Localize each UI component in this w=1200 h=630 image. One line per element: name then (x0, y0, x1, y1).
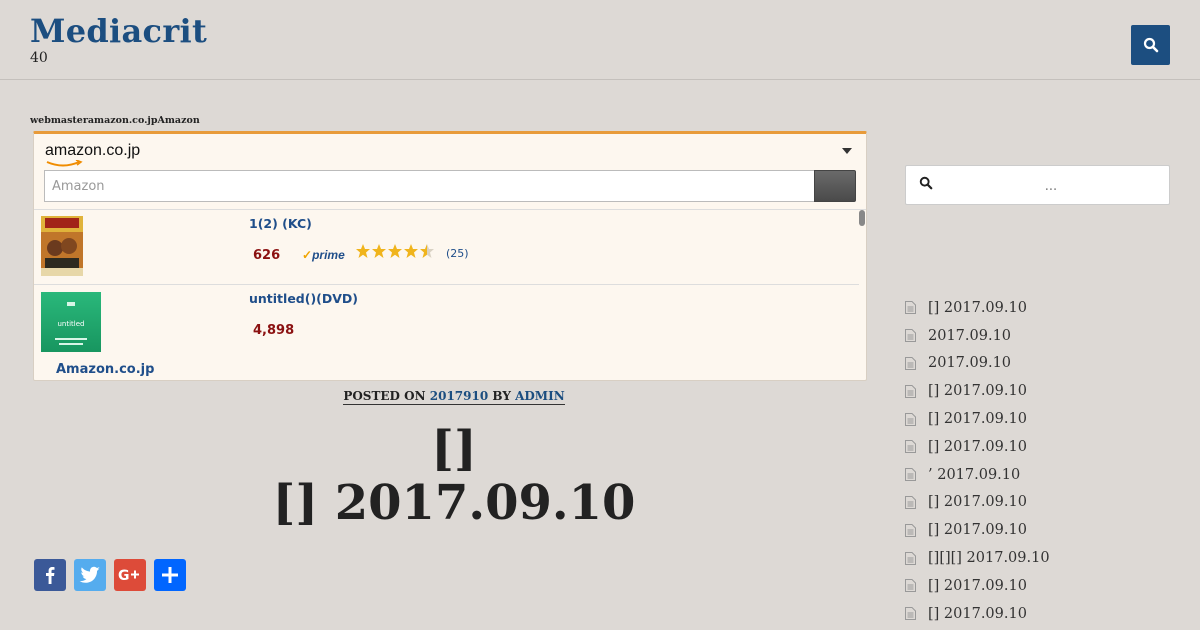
author-link[interactable]: ADMIN (515, 389, 565, 403)
document-icon (905, 607, 916, 621)
sidebar-search-input[interactable] (946, 172, 1156, 200)
recent-post-item[interactable]: [][][] 2017.09.10 (905, 544, 1185, 572)
recent-post-item[interactable]: 2017.09.10 (905, 350, 1185, 378)
item-title[interactable]: untitled()(DVD) (249, 291, 358, 306)
site-description: 40 (30, 50, 48, 66)
star-icon (404, 244, 418, 258)
document-icon (905, 495, 916, 509)
recent-post-item[interactable]: [] 2017.09.10 (905, 405, 1185, 433)
recent-post-link[interactable]: [] 2017.09.10 (928, 300, 1027, 316)
site-title[interactable]: Mediacrit (30, 12, 207, 50)
document-icon (905, 551, 916, 565)
amazon-footer-link[interactable]: Amazon.co.jp (56, 362, 154, 377)
item-price: 626 (253, 248, 281, 263)
document-icon (905, 356, 916, 370)
facebook-icon (46, 567, 55, 584)
document-icon (905, 468, 916, 482)
share-button[interactable] (154, 559, 186, 591)
star-icon (388, 244, 402, 258)
amazon-smile-icon (46, 160, 83, 167)
manga-cover-thumbnail[interactable] (41, 216, 83, 276)
svg-text:G: G (118, 568, 130, 583)
amazon-search-button[interactable] (814, 170, 856, 202)
recent-posts-list: [] 2017.09.10 2017.09.10 2017.09.10 [] 2… (905, 294, 1185, 628)
google-plus-icon: G (118, 568, 139, 583)
document-icon (905, 412, 916, 426)
prime-badge: ✓prime (302, 248, 345, 262)
recent-post-link[interactable]: 2017.09.10 (928, 355, 1011, 371)
amazon-logo: amazon.co.jp (45, 142, 141, 159)
half-star-icon (420, 244, 434, 258)
facebook-share-button[interactable] (34, 559, 66, 591)
prime-check-icon: ✓ (302, 248, 313, 262)
review-count[interactable]: (25) (446, 247, 469, 260)
star-icon (372, 244, 386, 258)
recent-post-item[interactable]: ’ 2017.09.10 (905, 461, 1185, 489)
list-item[interactable]: untitled untitled()(DVD) 4,898 (34, 285, 859, 359)
recent-post-item[interactable]: [] 2017.09.10 (905, 377, 1185, 405)
recent-post-link[interactable]: [][][] 2017.09.10 (928, 550, 1050, 566)
post-meta: POSTED ON 2017910 BY ADMIN (0, 389, 908, 405)
recent-post-item[interactable]: [] 2017.09.10 (905, 433, 1185, 461)
post-date-link[interactable]: 2017910 (430, 389, 488, 403)
twitter-share-button[interactable] (74, 559, 106, 591)
site-header: Mediacrit 40 (0, 0, 1200, 80)
entry-title: [] [] 2017.09.10 (40, 422, 868, 530)
document-icon (905, 440, 916, 454)
document-icon (905, 301, 916, 315)
prime-label: prime (312, 248, 345, 262)
chevron-down-icon[interactable] (842, 148, 852, 154)
amazon-results-list[interactable]: 1(2) (KC) 626 ✓prime (25) untitled untit… (34, 209, 866, 359)
document-icon (905, 384, 916, 398)
recent-post-link[interactable]: [] 2017.09.10 (928, 383, 1027, 399)
list-item[interactable]: 1(2) (KC) 626 ✓prime (25) (34, 210, 859, 285)
dvd-cover-text: untitled (57, 320, 84, 328)
recent-post-link[interactable]: 2017.09.10 (928, 328, 1011, 344)
recent-post-item[interactable]: [] 2017.09.10 (905, 294, 1185, 322)
google-plus-share-button[interactable]: G (114, 559, 146, 591)
dvd-cover-thumbnail[interactable]: untitled (41, 292, 101, 352)
search-icon (919, 176, 933, 190)
plus-icon (162, 567, 178, 583)
recent-post-link[interactable]: [] 2017.09.10 (928, 606, 1027, 622)
recent-post-item[interactable]: [] 2017.09.10 (905, 516, 1185, 544)
amazon-widget: amazon.co.jp 1(2) (KC) 626 ✓prime (33, 131, 867, 381)
star-rating (356, 244, 434, 258)
posted-on-label: POSTED ON (343, 389, 426, 403)
search-icon (1143, 37, 1158, 53)
recent-post-link[interactable]: [] 2017.09.10 (928, 578, 1027, 594)
entry-title-line-1: [] (431, 421, 477, 477)
document-icon (905, 579, 916, 593)
recent-post-link[interactable]: [] 2017.09.10 (928, 439, 1027, 455)
item-price: 4,898 (253, 323, 295, 338)
document-icon (905, 523, 916, 537)
recent-post-item[interactable]: [] 2017.09.10 (905, 489, 1185, 517)
amazon-search-input[interactable] (44, 170, 815, 202)
recent-post-item[interactable]: [] 2017.09.10 (905, 600, 1185, 628)
twitter-icon (79, 566, 100, 583)
recent-post-item[interactable]: [] 2017.09.10 (905, 572, 1185, 600)
results-scrollbar[interactable] (859, 210, 865, 226)
by-label: BY (492, 389, 511, 403)
star-icon (356, 244, 370, 258)
recent-post-link[interactable]: [] 2017.09.10 (928, 411, 1027, 427)
document-icon (905, 329, 916, 343)
sidebar-search-box[interactable] (905, 165, 1170, 205)
amazon-disclaimer: webmasteramazon.co.jpAmazon (30, 115, 200, 126)
recent-post-link[interactable]: [] 2017.09.10 (928, 494, 1027, 510)
recent-post-link[interactable]: [] 2017.09.10 (928, 522, 1027, 538)
recent-post-link[interactable]: ’ 2017.09.10 (928, 467, 1020, 483)
search-toggle-button[interactable] (1131, 25, 1170, 65)
recent-post-item[interactable]: 2017.09.10 (905, 322, 1185, 350)
entry-title-line-2: [] 2017.09.10 (272, 475, 636, 531)
item-title[interactable]: 1(2) (KC) (249, 216, 312, 231)
